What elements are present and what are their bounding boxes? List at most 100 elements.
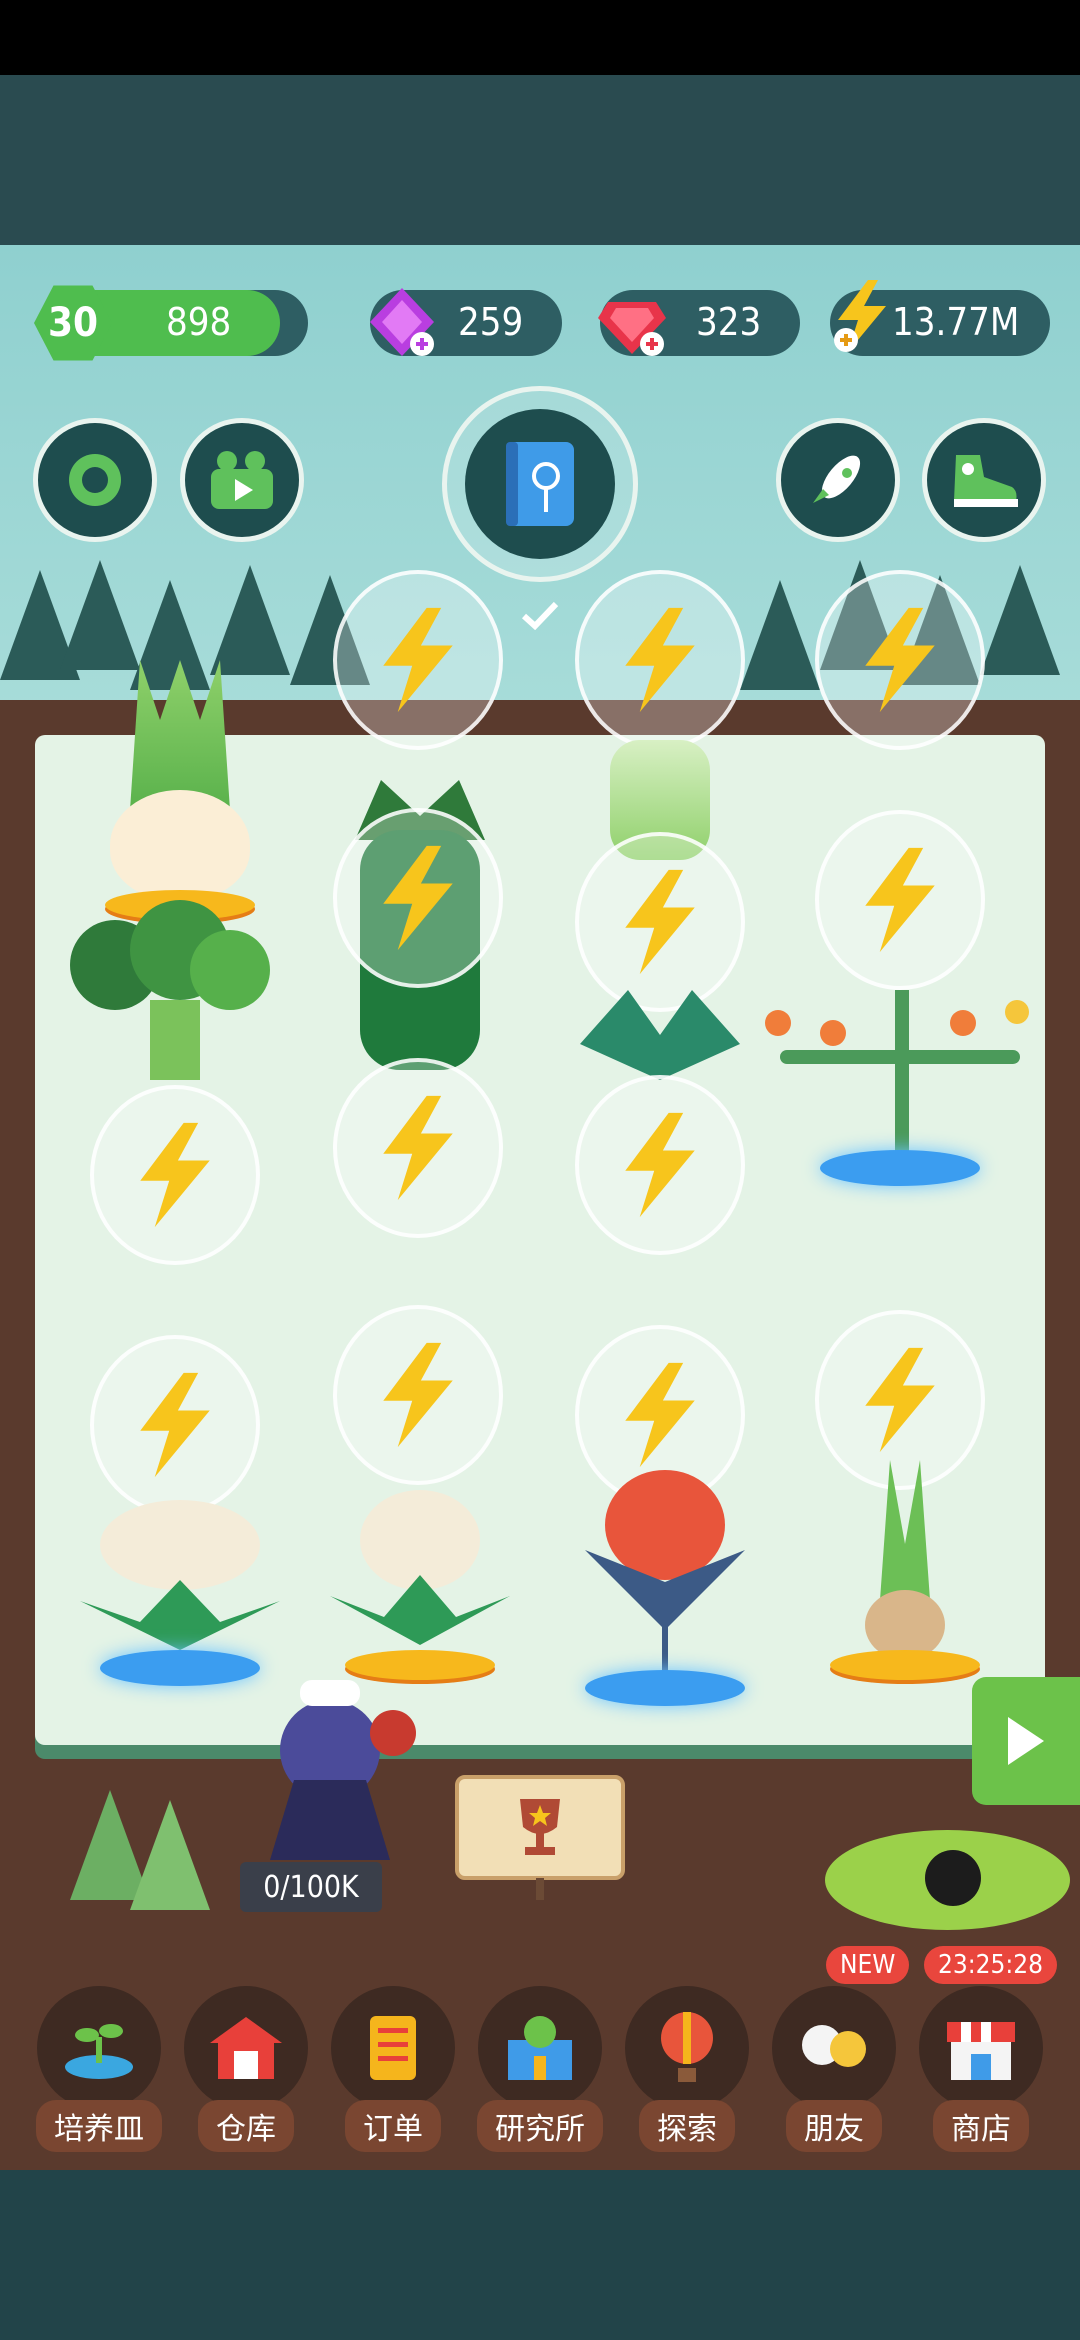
plant-onion[interactable] bbox=[830, 1460, 980, 1680]
lightning-icon bbox=[383, 607, 453, 713]
nav-label: 朋友 bbox=[786, 2100, 882, 2152]
bottom-banner bbox=[0, 2170, 1080, 2340]
plant-broccoli[interactable] bbox=[70, 900, 280, 1080]
plant-pad bbox=[820, 1150, 980, 1186]
red-gem-counter[interactable]: 323 bbox=[598, 290, 800, 356]
nav-label: 商店 bbox=[933, 2100, 1029, 2152]
book-button-inner bbox=[465, 409, 615, 559]
lightning-icon bbox=[834, 280, 886, 352]
cactus-flower bbox=[820, 1020, 846, 1046]
island-cave[interactable] bbox=[825, 1830, 1070, 1930]
nav-label: 订单 bbox=[345, 2100, 441, 2152]
plant-cactus[interactable] bbox=[760, 990, 1040, 1190]
cactus-flower bbox=[1005, 1000, 1029, 1024]
energy-counter[interactable]: 13.77M bbox=[830, 280, 1050, 356]
bottom-nav: NEW 23:25:28 培养皿 仓库 订单 研究所 探索 朋友 商店 bbox=[0, 1946, 1080, 2152]
nav-friends[interactable]: 朋友 bbox=[770, 1986, 898, 2152]
broccoli-stem bbox=[150, 1000, 200, 1080]
nav-orders[interactable]: 订单 bbox=[329, 1986, 457, 2152]
shop-timer-badge: 23:25:28 bbox=[924, 1946, 1058, 1984]
character-progress-value: 0/100K bbox=[263, 1869, 359, 1905]
level-xp-bar[interactable]: 30 898 bbox=[34, 285, 308, 361]
new-badge-label: NEW bbox=[826, 1946, 910, 1984]
flower-bouquet-icon bbox=[370, 1710, 416, 1756]
video-camera-icon bbox=[211, 451, 273, 509]
energy-bubble[interactable] bbox=[815, 570, 985, 750]
lightning-icon bbox=[865, 847, 935, 953]
energy-bubble[interactable] bbox=[333, 808, 503, 988]
friends-new-badge: NEW bbox=[826, 1946, 910, 1984]
purple-gem-icon bbox=[370, 288, 434, 356]
plant-red-flower[interactable] bbox=[580, 1470, 750, 1710]
lab-icon bbox=[478, 1986, 602, 2110]
energy-bubble[interactable] bbox=[333, 1058, 503, 1238]
lightning-icon bbox=[383, 845, 453, 951]
gear-icon bbox=[69, 454, 121, 506]
leek-leaves bbox=[130, 660, 230, 810]
trophy-board-button[interactable] bbox=[455, 1775, 625, 1880]
shoe-button[interactable] bbox=[922, 418, 1046, 542]
checkmark-icon bbox=[520, 600, 560, 631]
plant-pad bbox=[585, 1670, 745, 1706]
nav-label: 研究所 bbox=[477, 2100, 603, 2152]
scroll-icon bbox=[331, 1986, 455, 2110]
barn-icon bbox=[184, 1986, 308, 2110]
energy-bubble[interactable] bbox=[575, 570, 745, 750]
energy-value: 13.77M bbox=[892, 300, 1020, 344]
nav-research[interactable]: 研究所 bbox=[476, 1986, 604, 2152]
maid-character[interactable] bbox=[250, 1680, 420, 1860]
rocket-button[interactable] bbox=[776, 418, 900, 542]
nav-explore[interactable]: 探索 bbox=[623, 1986, 751, 2152]
next-field-button[interactable] bbox=[972, 1677, 1080, 1805]
top-banner bbox=[0, 75, 1080, 245]
nav-petri-dish[interactable]: 培养皿 bbox=[35, 1986, 163, 2152]
lightning-icon bbox=[383, 1095, 453, 1201]
cabbage-head bbox=[100, 1500, 260, 1590]
energy-bubble[interactable] bbox=[575, 1075, 745, 1255]
red-gem-icon bbox=[598, 302, 666, 356]
energy-bubble[interactable] bbox=[815, 810, 985, 990]
lightning-icon bbox=[140, 1372, 210, 1478]
plant-leek[interactable] bbox=[90, 660, 270, 920]
energy-bubble[interactable] bbox=[90, 1085, 260, 1265]
balloon-icon bbox=[625, 1986, 749, 2110]
energy-bubble[interactable] bbox=[333, 1305, 503, 1485]
friends-icon bbox=[772, 1986, 896, 2110]
lightning-icon bbox=[625, 607, 695, 713]
small-trees bbox=[70, 1790, 230, 1910]
onion-leaves bbox=[880, 1460, 930, 1600]
red-gem-value: 323 bbox=[696, 300, 762, 344]
energy-bubble[interactable] bbox=[575, 832, 745, 1012]
plant-cauliflower[interactable] bbox=[330, 1490, 510, 1690]
character-progress: 0/100K bbox=[240, 1862, 382, 1912]
leek-face bbox=[110, 790, 250, 900]
trophy-icon bbox=[520, 1798, 560, 1855]
nav-label: 探索 bbox=[639, 2100, 735, 2152]
nav-shop[interactable]: 商店 bbox=[917, 1986, 1045, 2152]
lightning-icon bbox=[865, 607, 935, 713]
board-post bbox=[536, 1878, 544, 1900]
purple-gem-counter[interactable]: 259 bbox=[370, 288, 562, 356]
nav-warehouse[interactable]: 仓库 bbox=[182, 1986, 310, 2152]
xp-value: 898 bbox=[166, 300, 232, 344]
cactus-trunk bbox=[895, 990, 909, 1160]
lightning-icon bbox=[140, 1122, 210, 1228]
lightning-icon bbox=[625, 1112, 695, 1218]
plant-pad bbox=[345, 1650, 495, 1680]
energy-bubble[interactable] bbox=[333, 570, 503, 750]
purple-gem-value: 259 bbox=[458, 300, 524, 344]
shop-timer-label: 23:25:28 bbox=[924, 1946, 1058, 1984]
plant-pad bbox=[830, 1650, 980, 1680]
sprout-icon bbox=[37, 1986, 161, 2110]
plant-book-button[interactable] bbox=[442, 386, 638, 582]
plant-cabbage[interactable] bbox=[80, 1500, 280, 1700]
flower-head bbox=[605, 1470, 725, 1580]
nav-label: 仓库 bbox=[198, 2100, 294, 2152]
cactus-flower bbox=[765, 1010, 791, 1036]
energy-bubble[interactable] bbox=[90, 1335, 260, 1515]
broccoli-floret bbox=[190, 930, 270, 1010]
shop-icon bbox=[919, 1986, 1043, 2110]
settings-button[interactable] bbox=[33, 418, 157, 542]
video-button[interactable] bbox=[180, 418, 304, 542]
cactus-flower bbox=[950, 1010, 976, 1036]
